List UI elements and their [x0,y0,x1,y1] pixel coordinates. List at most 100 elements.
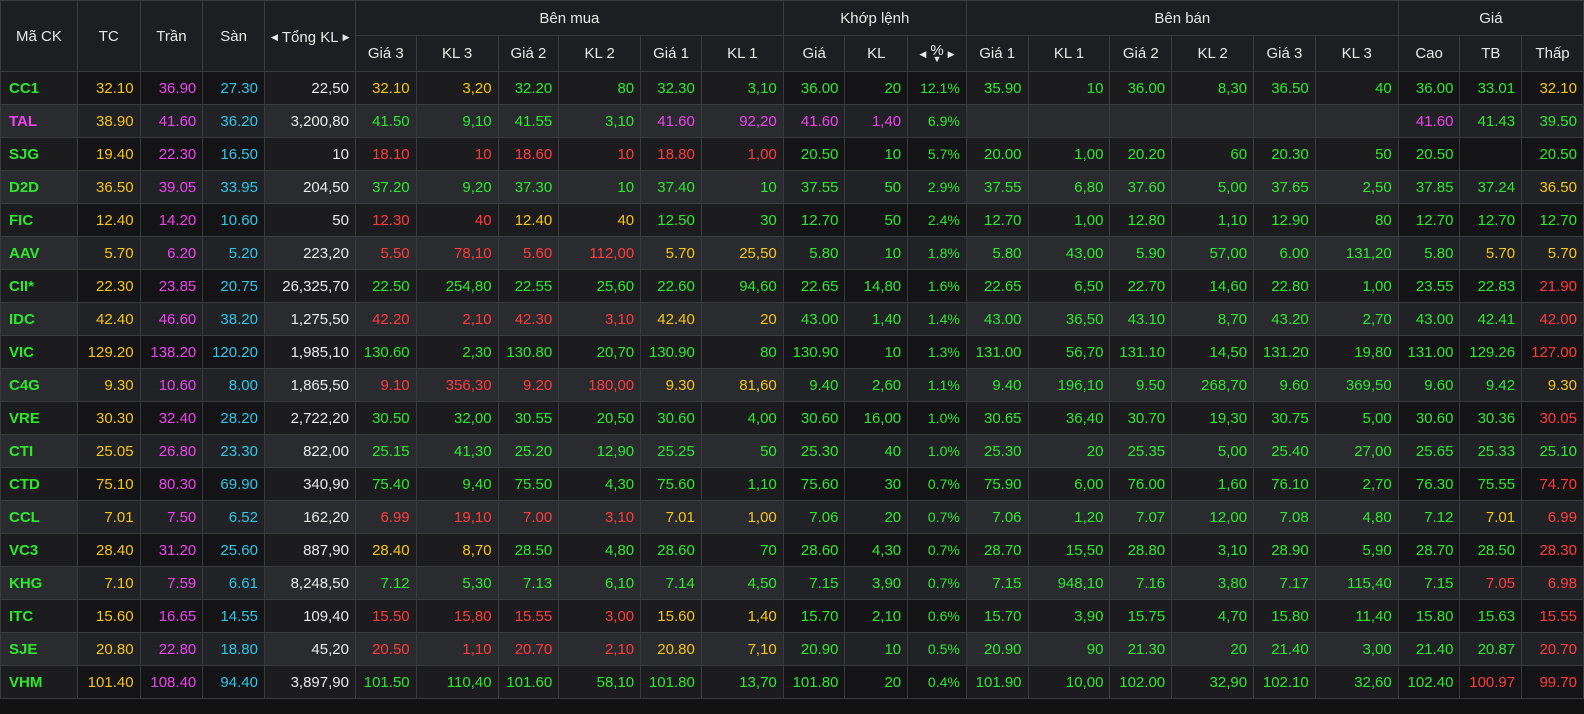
cell-avg: 9.42 [1459,368,1523,402]
header-price-col[interactable]: Thấp [1521,35,1584,72]
caret-right-icon[interactable]: ▶ [343,32,350,43]
header-sell-col[interactable]: Giá 1 [965,35,1029,72]
cell-sell: 7.15 [965,566,1029,600]
cell-sell: 4,80 [1314,500,1399,534]
header-match-vol[interactable]: KL [844,35,909,72]
cell-match-pct: 1.3% [907,335,967,369]
header-buy-col[interactable]: Giá 1 [640,35,702,72]
header-buy-col[interactable]: KL 2 [558,35,642,72]
cell-sell: 7.06 [965,500,1029,534]
cell-symbol[interactable]: VHM [0,665,78,699]
table-row[interactable]: TAL 38.90 41.60 36.20 3,200,80 41.50 9,10 41.55… [0,104,1584,138]
table-row[interactable]: VC3 28.40 31.20 25.60 887,90 28.40 8,70 28.50 4,… [0,533,1584,567]
cell-buy: 18.80 [640,137,702,171]
table-row[interactable]: SJG 19.40 22.30 16.50 10 18.10 10 18.60 10 18.80 1… [0,137,1584,171]
cell-symbol[interactable]: KHG [0,566,78,600]
cell-buy: 15,80 [415,599,499,633]
table-row[interactable]: SJE 20.80 22.80 18.80 45,20 20.50 1,10 20.70 2,1… [0,632,1584,666]
header-buy-col[interactable]: Giá 2 [497,35,560,72]
cell-high: 43.00 [1397,302,1461,336]
cell-symbol[interactable]: SJG [0,137,78,171]
cell-buy: 32.10 [354,71,417,105]
cell-symbol[interactable]: CTD [0,467,78,501]
cell-sell: 1,00 [1027,137,1111,171]
cell-avg: 25.33 [1459,434,1523,468]
header-floor[interactable]: Sàn [202,0,265,72]
cell-buy: 180,00 [558,368,642,402]
table-row[interactable]: CTD 75.10 80.30 69.90 340,90 75.40 9,40 75.50 4,… [0,467,1584,501]
cell-symbol[interactable]: CII* [0,269,78,303]
cell-match-price: 12.70 [782,203,846,237]
table-row[interactable]: FIC 12.40 14.20 10.60 50 12.30 40 12.40 40 12.50 3… [0,203,1584,237]
header-buy-col[interactable]: Giá 3 [354,35,417,72]
cell-symbol[interactable]: CCL [0,500,78,534]
table-row[interactable]: VIC 129.20 138.20 120.20 1,985,10 130.60 2,30 1… [0,335,1584,369]
header-sell-col[interactable]: KL 2 [1171,35,1255,72]
header-match-price[interactable]: Giá [782,35,846,72]
cell-total-vol: 223,20 [263,236,356,270]
table-row[interactable]: VRE 30.30 32.40 28.20 2,722,20 30.50 32,00 30.5… [0,401,1584,435]
caret-left-icon[interactable]: ◀ [919,49,926,60]
cell-sell: 25.40 [1253,434,1316,468]
table-row[interactable]: CCL 7.01 7.50 6.52 162,20 6.99 19,10 7.00 3,10 7.… [0,500,1584,534]
cell-symbol[interactable]: D2D [0,170,78,204]
cell-avg: 28.50 [1459,533,1523,567]
header-sell-col[interactable]: KL 1 [1027,35,1111,72]
header-symbol[interactable]: Mã CK [0,0,78,72]
cell-ref: 36.50 [76,170,141,204]
header-ceil[interactable]: Trần [139,0,204,72]
cell-symbol[interactable]: IDC [0,302,78,336]
header-total-vol[interactable]: ◀ Tổng KL ▶ [263,0,356,72]
table-row[interactable]: VHM 101.40 108.40 94.40 3,897,90 101.50 110,40… [0,665,1584,699]
cell-symbol[interactable]: AAV [0,236,78,270]
cell-symbol[interactable]: SJE [0,632,78,666]
caret-right-icon[interactable]: ▶ [948,49,955,60]
header-buy-col[interactable]: KL 1 [700,35,784,72]
table-row[interactable]: AAV 5.70 6.20 5.20 223,20 5.50 78,10 5.60 112,00… [0,236,1584,270]
cell-sell: 2,70 [1314,467,1399,501]
cell-sell: 15.80 [1253,599,1316,633]
cell-symbol[interactable]: CTI [0,434,78,468]
table-row[interactable]: CII* 22.30 23.85 20.75 26,325,70 22.50 254,80 2… [0,269,1584,303]
cell-symbol[interactable]: C4G [0,368,78,402]
cell-match-vol: 20 [844,71,909,105]
cell-symbol[interactable]: VIC [0,335,78,369]
header-match-pct[interactable]: ◀% ▼ ▶ [907,35,967,72]
table-row[interactable]: ITC 15.60 16.65 14.55 109,40 15.50 15,80 15.55 3… [0,599,1584,633]
cell-match-vol: 50 [844,203,909,237]
cell-buy: 4,30 [558,467,642,501]
cell-symbol[interactable]: FIC [0,203,78,237]
header-price-col[interactable]: Cao [1397,35,1461,72]
header-ref[interactable]: TC [76,0,141,72]
table-row[interactable]: CTI 25.05 26.80 23.30 822,00 25.15 41,30 25.20 1… [0,434,1584,468]
caret-left-icon[interactable]: ◀ [271,32,278,43]
header-sell-col[interactable]: KL 3 [1314,35,1399,72]
cell-symbol[interactable]: TAL [0,104,78,138]
header-buy-col[interactable]: KL 3 [415,35,499,72]
cell-ceil: 7.59 [139,566,204,600]
cell-sell: 43.10 [1109,302,1173,336]
cell-buy: 42.20 [354,302,417,336]
table-row[interactable]: IDC 42.40 46.60 38.20 1,275,50 42.20 2,10 42.30… [0,302,1584,336]
cell-sell: 7.17 [1253,566,1316,600]
cell-ref: 28.40 [76,533,141,567]
header-sell-col[interactable]: Giá 3 [1253,35,1316,72]
table-row[interactable]: KHG 7.10 7.59 6.61 8,248,50 7.12 5,30 7.13 6,10 7… [0,566,1584,600]
cell-symbol[interactable]: VC3 [0,533,78,567]
table-row[interactable]: CC1 32.10 36.90 27.30 22,50 32.10 3,20 32.20 80 3… [0,71,1584,105]
cell-match-vol: 1,40 [844,104,909,138]
cell-buy: 101.60 [497,665,560,699]
cell-ref: 7.01 [76,500,141,534]
cell-symbol[interactable]: CC1 [0,71,78,105]
header-sell-col[interactable]: Giá 2 [1109,35,1173,72]
cell-buy: 2,10 [558,632,642,666]
cell-ceil: 41.60 [139,104,204,138]
table-row[interactable]: D2D 36.50 39.05 33.95 204,50 37.20 9,20 37.30 10… [0,170,1584,204]
cell-symbol[interactable]: ITC [0,599,78,633]
cell-sell: 76.10 [1253,467,1316,501]
cell-ceil: 39.05 [139,170,204,204]
cell-symbol[interactable]: VRE [0,401,78,435]
header-price-col[interactable]: TB [1459,35,1523,72]
table-row[interactable]: C4G 9.30 10.60 8.00 1,865,50 9.10 356,30 9.20 18… [0,368,1584,402]
cell-buy: 4,00 [700,401,784,435]
